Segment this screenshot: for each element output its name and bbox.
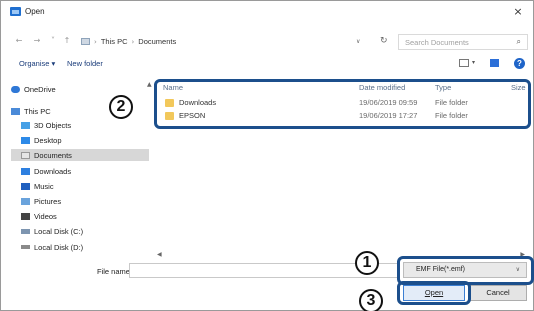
- address-bar[interactable]: › This PC › Documents: [81, 34, 351, 49]
- download-icon: [21, 167, 30, 175]
- organise-menu[interactable]: Organise ▾: [19, 59, 55, 68]
- sidebar-item-music[interactable]: Music: [11, 180, 149, 192]
- breadcrumb-separator: ›: [131, 37, 135, 46]
- document-icon: [21, 151, 30, 159]
- cube-icon: [21, 121, 30, 129]
- sidebar-item-local-disk-d[interactable]: Local Disk (D:): [11, 241, 149, 253]
- back-button[interactable]: ←: [13, 35, 25, 47]
- sidebar-item-label: Desktop: [34, 135, 62, 145]
- videos-icon: [21, 212, 30, 220]
- callout-box-open-button: [397, 281, 471, 305]
- breadcrumb-separator: ›: [94, 37, 97, 46]
- drive-icon: [21, 245, 30, 249]
- search-icon[interactable]: ⌕: [517, 37, 521, 47]
- forward-button[interactable]: →: [31, 35, 43, 47]
- sidebar-item-videos[interactable]: Videos: [11, 210, 149, 222]
- this-pc-icon: [81, 38, 90, 45]
- change-view-icon[interactable]: [459, 59, 469, 67]
- desktop-icon: [21, 136, 30, 144]
- window-title: Open: [25, 7, 45, 16]
- sidebar-item-downloads[interactable]: Downloads: [11, 165, 149, 177]
- new-folder-button[interactable]: New folder: [67, 59, 103, 68]
- sidebar-item-desktop[interactable]: Desktop: [11, 134, 149, 146]
- breadcrumb-documents[interactable]: Documents: [138, 37, 176, 46]
- cancel-button-label: Cancel: [486, 288, 510, 297]
- navigation-bar: ← → ˅ ↑ › This PC › Documents ∨ ↻ Search…: [1, 31, 533, 53]
- view-options-dropdown[interactable]: ▾: [472, 59, 475, 66]
- music-icon: [21, 182, 30, 190]
- sidebar-item-label: Pictures: [34, 196, 62, 206]
- sidebar-item-label: Downloads: [34, 166, 72, 176]
- sidebar-item-documents[interactable]: Documents: [11, 149, 149, 161]
- sidebar-item-label: Videos: [34, 211, 57, 221]
- sidebar-item-label: Local Disk (C:): [34, 226, 84, 236]
- sidebar-item-onedrive[interactable]: OneDrive: [11, 83, 149, 95]
- sidebar-item-label: Documents: [34, 150, 72, 160]
- callout-box-file-list: [154, 79, 531, 129]
- command-bar: Organise ▾ New folder ▾ ?: [1, 57, 533, 73]
- search-box[interactable]: Search Documents ⌕: [398, 34, 528, 50]
- callout-badge-1: 1: [355, 251, 379, 275]
- help-icon[interactable]: ?: [514, 58, 525, 69]
- close-button[interactable]: ×: [511, 5, 525, 19]
- preview-pane-icon[interactable]: [490, 59, 499, 67]
- computer-icon: [11, 107, 20, 115]
- search-input[interactable]: Search Documents: [405, 38, 469, 47]
- pictures-icon: [21, 197, 30, 205]
- recent-locations-button[interactable]: ˅: [47, 35, 59, 47]
- cancel-button[interactable]: Cancel: [469, 285, 527, 301]
- sidebar-item-3d-objects[interactable]: 3D Objects: [11, 119, 149, 131]
- sidebar-item-label: OneDrive: [24, 84, 56, 94]
- scroll-left-arrow-icon[interactable]: ◀: [157, 251, 162, 258]
- drive-icon: [21, 228, 30, 234]
- callout-badge-2: 2: [109, 95, 133, 119]
- up-button[interactable]: ↑: [61, 35, 73, 47]
- sidebar-item-label: This PC: [24, 106, 51, 116]
- title-bar: Open ×: [1, 1, 533, 23]
- sidebar-item-pictures[interactable]: Pictures: [11, 195, 149, 207]
- refresh-icon[interactable]: ↻: [380, 36, 388, 46]
- open-dialog: Open × ← → ˅ ↑ › This PC › Documents ∨ ↻…: [0, 0, 534, 311]
- sidebar-item-label: Local Disk (D:): [34, 242, 84, 252]
- file-name-label: File name:: [97, 267, 133, 276]
- app-window-icon: [10, 7, 21, 16]
- cloud-icon: [11, 85, 20, 93]
- sidebar-item-local-disk-c[interactable]: Local Disk (C:): [11, 225, 149, 237]
- address-dropdown-icon[interactable]: ∨: [356, 38, 360, 45]
- callout-badge-3: 3: [359, 289, 383, 311]
- breadcrumb-this-pc[interactable]: This PC: [101, 37, 128, 46]
- scroll-up-arrow-icon[interactable]: ▲: [147, 81, 152, 88]
- sidebar-item-label: Music: [34, 181, 54, 191]
- sidebar-item-label: 3D Objects: [34, 120, 72, 130]
